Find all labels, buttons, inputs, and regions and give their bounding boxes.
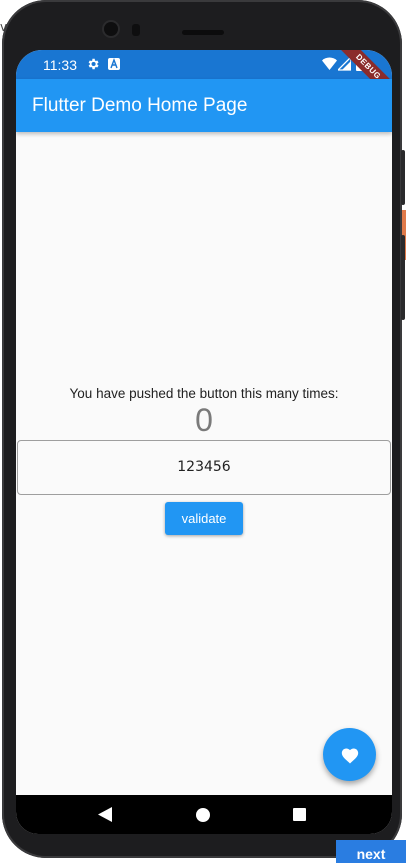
status-bar: 11:33 bbox=[16, 50, 392, 79]
app-bar: Flutter Demo Home Page bbox=[16, 79, 392, 132]
earpiece-speaker bbox=[182, 30, 224, 35]
counter-label: You have pushed the button this many tim… bbox=[69, 386, 339, 401]
settings-icon bbox=[88, 58, 99, 70]
front-camera bbox=[104, 22, 118, 36]
navigation-bar bbox=[16, 795, 392, 834]
wifi-icon bbox=[322, 57, 337, 70]
camera-sensor bbox=[132, 24, 140, 36]
a-icon bbox=[108, 58, 120, 70]
favorite-fab-button[interactable] bbox=[323, 728, 376, 781]
back-icon[interactable] bbox=[98, 807, 112, 822]
counter-value: 0 bbox=[195, 402, 213, 438]
phone-device-frame: 11:33 DEBUG Flutter Demo Home Page You h… bbox=[2, 0, 405, 858]
background-next-button: next bbox=[336, 840, 406, 863]
home-icon[interactable] bbox=[196, 808, 210, 822]
power-button[interactable] bbox=[401, 150, 405, 205]
heart-icon bbox=[341, 747, 358, 764]
status-time: 11:33 bbox=[43, 57, 77, 73]
code-input[interactable]: 123456 bbox=[17, 440, 391, 495]
signal-icon bbox=[338, 57, 351, 71]
recents-icon[interactable] bbox=[293, 808, 306, 821]
validate-button[interactable]: validate bbox=[165, 502, 243, 535]
volume-button[interactable] bbox=[401, 235, 405, 320]
phone-screen: 11:33 DEBUG Flutter Demo Home Page You h… bbox=[16, 50, 392, 834]
page-title: Flutter Demo Home Page bbox=[32, 95, 248, 116]
